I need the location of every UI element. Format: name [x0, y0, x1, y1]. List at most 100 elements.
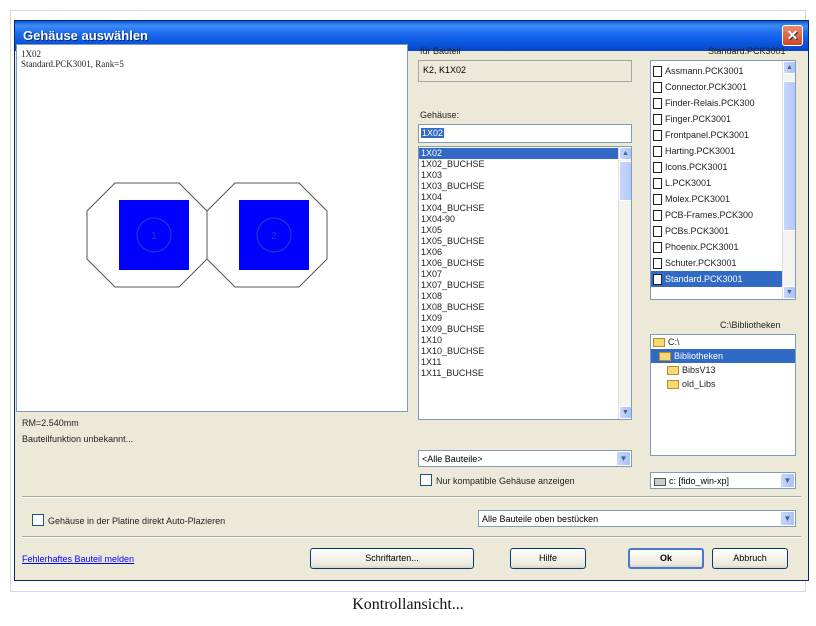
library-item[interactable]: Molex.PCK3001 [651, 191, 795, 207]
library-item[interactable]: PCBs.PCK3001 [651, 223, 795, 239]
compatible-only-checkbox[interactable] [420, 474, 432, 486]
library-item[interactable]: PCB-Frames.PCK300 [651, 207, 795, 223]
list-item[interactable]: 1X06_BUCHSE [419, 258, 631, 269]
document-icon [653, 258, 662, 270]
folder-open-icon [653, 338, 665, 348]
housing-input-value: 1X02 [421, 128, 445, 138]
list-item[interactable]: 1X11_BUCHSE [419, 368, 631, 379]
part-filter-value: <Alle Bauteile> [422, 454, 483, 464]
drive-icon [654, 477, 666, 486]
scroll-down-button[interactable]: ▼ [783, 286, 795, 299]
library-item[interactable]: Standard.PCK3001 [651, 271, 795, 287]
scroll-up-button[interactable]: ▲ [783, 61, 795, 74]
list-item[interactable]: 1X04-90 [419, 214, 631, 225]
housing-label: Gehäuse: [420, 110, 460, 120]
placement-select[interactable]: Alle Bauteile oben bestücken ▼ [478, 510, 796, 527]
chevron-up-icon: ▲ [786, 64, 793, 71]
list-item[interactable]: 1X09_BUCHSE [419, 324, 631, 335]
folder-icon [667, 380, 679, 390]
library-item[interactable]: Finder-Relais.PCK300 [651, 95, 795, 111]
list-item[interactable]: 1X04_BUCHSE [419, 203, 631, 214]
scroll-thumb[interactable] [619, 161, 631, 201]
chevron-up-icon: ▲ [622, 150, 629, 157]
function-label: Bauteilfunktion unbekannt... [22, 434, 134, 444]
preview-library: Standard.PCK3001, Rank=5 [21, 59, 124, 69]
drive-value: c: [fido_win-xp] [669, 476, 730, 486]
library-item[interactable]: Schuter.PCK3001 [651, 255, 795, 271]
cancel-button[interactable]: Abbruch [712, 548, 788, 569]
library-path-label: C:\Bibliotheken [720, 320, 781, 330]
list-item[interactable]: 1X10 [419, 335, 631, 346]
folder-item[interactable]: Bibliotheken [651, 349, 795, 363]
library-item[interactable]: L.PCK3001 [651, 175, 795, 191]
footprint-preview: 1X02 Standard.PCK3001, Rank=5 1 2 [16, 44, 408, 412]
document-icon [653, 194, 662, 206]
list-item[interactable]: 1X05 [419, 225, 631, 236]
list-item[interactable]: 1X10_BUCHSE [419, 346, 631, 357]
fonts-button[interactable]: Schriftarten... [310, 548, 474, 569]
autoplace-checkbox[interactable] [32, 514, 44, 526]
library-item[interactable]: Frontpanel.PCK3001 [651, 127, 795, 143]
separator [22, 536, 801, 538]
library-item[interactable]: Connector.PCK3001 [651, 79, 795, 95]
document-icon [653, 98, 662, 110]
folder-item[interactable]: C:\ [651, 335, 795, 349]
list-item[interactable]: 1X11 [419, 357, 631, 368]
chevron-down-icon[interactable]: ▼ [780, 511, 795, 526]
scroll-down-button[interactable]: ▼ [619, 406, 631, 419]
document-icon [653, 130, 662, 142]
chevron-down-icon[interactable]: ▼ [616, 451, 631, 466]
housing-list-items: 1X02 1X02_BUCHSE 1X03 1X03_BUCHSE 1X04 1… [419, 147, 631, 379]
library-list-scrollbar[interactable]: ▲ ▼ [782, 61, 795, 299]
document-icon [653, 178, 662, 190]
list-item[interactable]: 1X05_BUCHSE [419, 236, 631, 247]
folder-tree[interactable]: C:\ Bibliotheken BibsV13 old_Libs [650, 334, 796, 456]
list-item[interactable]: 1X03 [419, 170, 631, 181]
housing-list-scrollbar[interactable]: ▲ ▼ [618, 147, 631, 419]
list-item[interactable]: 1X04 [419, 192, 631, 203]
list-item[interactable]: 1X03_BUCHSE [419, 181, 631, 192]
ok-button[interactable]: Ok [628, 548, 704, 569]
list-item[interactable]: 1X06 [419, 247, 631, 258]
library-item[interactable]: Phoenix.PCK3001 [651, 239, 795, 255]
folder-item[interactable]: old_Libs [651, 377, 795, 391]
report-faulty-part-link[interactable]: Fehlerhaftes Bauteil melden [22, 554, 134, 564]
help-button[interactable]: Hilfe [510, 548, 586, 569]
library-item[interactable]: Icons.PCK3001 [651, 159, 795, 175]
dialog-title: Gehäuse auswählen [23, 28, 148, 43]
library-list[interactable]: Assmann.PCK3001 Connector.PCK3001 Finder… [650, 60, 796, 300]
housing-input[interactable]: 1X02 [418, 124, 632, 143]
list-item[interactable]: 1X02_BUCHSE [419, 159, 631, 170]
scroll-up-button[interactable]: ▲ [619, 147, 631, 160]
list-item[interactable]: 1X07 [419, 269, 631, 280]
document-icon [653, 242, 662, 254]
drive-select[interactable]: c: [fido_win-xp] ▼ [650, 472, 796, 489]
library-item[interactable]: Finger.PCK3001 [651, 111, 795, 127]
library-list-items: Assmann.PCK3001 Connector.PCK3001 Finder… [651, 61, 795, 287]
close-button[interactable]: ✕ [782, 25, 803, 46]
scroll-thumb[interactable] [783, 81, 795, 231]
housing-list[interactable]: 1X02 1X02_BUCHSE 1X03 1X03_BUCHSE 1X04 1… [418, 146, 632, 420]
library-item[interactable]: Harting.PCK3001 [651, 143, 795, 159]
grid-spacing-label: RM=2.540mm [22, 418, 79, 428]
list-item[interactable]: 1X02 [419, 148, 631, 159]
document-icon [653, 162, 662, 174]
placement-value: Alle Bauteile oben bestücken [482, 514, 599, 524]
folder-item[interactable]: BibsV13 [651, 363, 795, 377]
autoplace-label: Gehäuse in der Platine direkt Auto-Plazi… [48, 516, 226, 526]
footprint-drawing: 1 2 [86, 182, 328, 288]
list-item[interactable]: 1X08 [419, 291, 631, 302]
close-icon: ✕ [786, 27, 799, 43]
list-item[interactable]: 1X08_BUCHSE [419, 302, 631, 313]
library-item[interactable]: Assmann.PCK3001 [651, 63, 795, 79]
document-icon [653, 82, 662, 94]
part-filter-select[interactable]: <Alle Bauteile> ▼ [418, 450, 632, 467]
preview-name: 1X02 [21, 49, 41, 59]
document-icon [653, 210, 662, 222]
library-header: Standard.PCK3001 [708, 46, 786, 56]
document-icon [653, 146, 662, 158]
list-item[interactable]: 1X09 [419, 313, 631, 324]
chevron-down-icon[interactable]: ▼ [780, 473, 795, 488]
part-value-field: K2, K1X02 [418, 60, 632, 82]
list-item[interactable]: 1X07_BUCHSE [419, 280, 631, 291]
